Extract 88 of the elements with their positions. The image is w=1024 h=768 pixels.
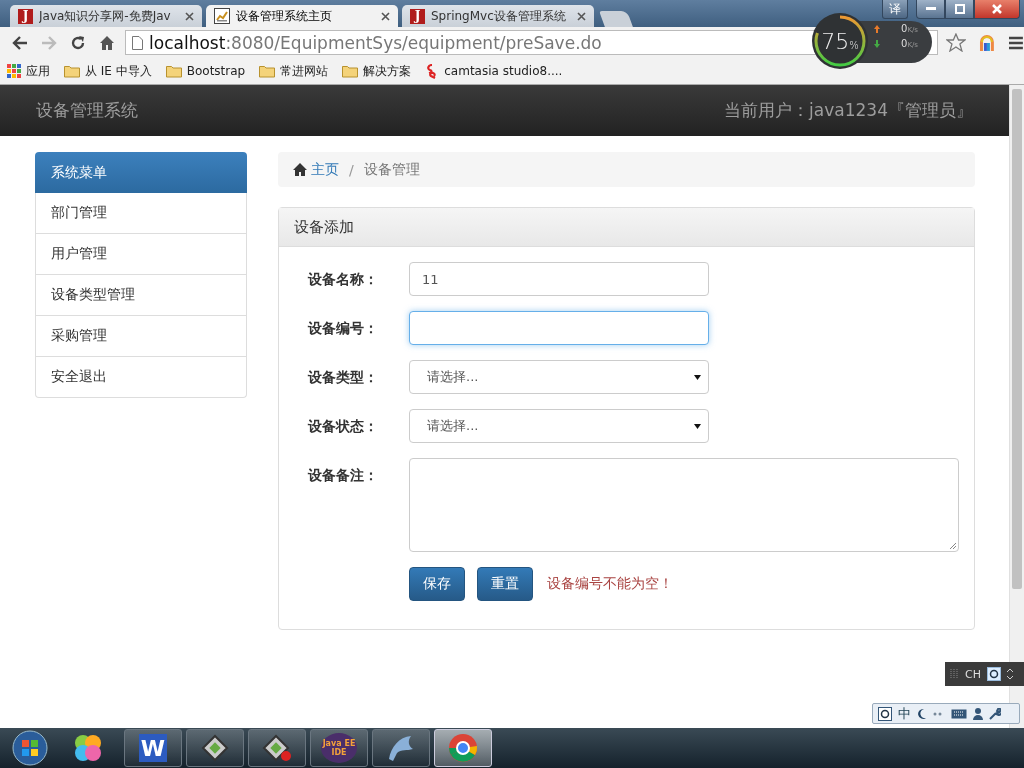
browser-tab[interactable]: J Java知识分享网-免费Jav: [10, 5, 202, 27]
breadcrumb-current: 设备管理: [363, 160, 420, 179]
field-label: 设备名称：: [308, 270, 379, 289]
brand-title[interactable]: 设备管理系统: [36, 99, 138, 122]
diamond-screen-icon: [201, 734, 229, 762]
select-dropdown[interactable]: 请选择...: [409, 360, 709, 394]
browser-tab[interactable]: J SpringMvc设备管理系统: [402, 5, 594, 27]
minimize-button[interactable]: [916, 0, 945, 19]
bookmark-item[interactable]: 解决方案: [342, 62, 412, 80]
page-icon: [132, 35, 144, 50]
site-logo: J: [18, 8, 33, 24]
keyboard-icon[interactable]: [951, 708, 967, 719]
browser-tab[interactable]: 设备管理系统主页: [206, 5, 398, 27]
bookmark-item[interactable]: 从 IE 中导入: [64, 62, 152, 80]
taskbar-button[interactable]: W: [124, 729, 182, 767]
sidebar-item[interactable]: 安全退出: [35, 357, 247, 398]
text-field[interactable]: [409, 311, 709, 345]
scrollbar-thumb[interactable]: [1012, 89, 1022, 589]
bookmark-item[interactable]: camtasia studio8....: [425, 63, 563, 79]
grip-icon[interactable]: [949, 668, 959, 680]
chart-icon: [214, 8, 230, 24]
breadcrumb-separator: /: [349, 161, 354, 178]
rainbow-arch-icon[interactable]: [978, 33, 997, 52]
translate-button[interactable]: 译: [882, 0, 908, 19]
chrome-icon: [448, 733, 478, 763]
wps-icon: W: [139, 734, 167, 762]
taskbar-button[interactable]: Java EE IDE: [310, 729, 368, 767]
resize-grip-icon[interactable]: [949, 542, 956, 549]
q-square-icon[interactable]: [878, 706, 892, 721]
user-icon[interactable]: [973, 707, 983, 720]
breadcrumb-link[interactable]: 主页: [311, 160, 339, 179]
bookmark-item[interactable]: 常进网站: [259, 62, 329, 80]
wrench-icon[interactable]: [989, 707, 1001, 720]
form-button[interactable]: 重置: [477, 567, 533, 601]
field-label: 设备编号：: [308, 319, 379, 338]
close-icon: [991, 4, 1003, 14]
apps-grid-icon: [7, 64, 21, 78]
sidebar-item[interactable]: 采购管理: [35, 316, 247, 357]
back-arrow-icon[interactable]: [12, 35, 29, 50]
options-arrow-icon[interactable]: [1006, 668, 1013, 680]
error-message: 设备编号不能为空！: [547, 575, 673, 593]
pinwheel-icon[interactable]: [72, 732, 104, 764]
diamond-record-icon: [262, 734, 292, 762]
taskbar-button[interactable]: [372, 729, 430, 767]
ime-language[interactable]: CH: [965, 667, 981, 681]
reload-icon[interactable]: [69, 34, 86, 51]
caret-icon: [694, 423, 701, 429]
new-tab-button[interactable]: [599, 11, 633, 27]
maximize-button[interactable]: [945, 0, 974, 19]
folder-icon: [165, 64, 182, 78]
field-label: 设备状态：: [308, 417, 379, 436]
taskbar-button[interactable]: [186, 729, 244, 767]
moon-icon[interactable]: [917, 707, 927, 720]
upload-arrow-icon: [874, 24, 880, 33]
q-square-icon[interactable]: [986, 667, 1001, 681]
panel-header: 设备添加: [279, 208, 974, 247]
sidebar-item[interactable]: 设备类型管理: [35, 275, 247, 316]
menu-icon[interactable]: [1008, 35, 1024, 50]
bookmark-item[interactable]: Bootstrap: [165, 64, 246, 78]
close-icon[interactable]: [185, 11, 194, 21]
taskbar-button[interactable]: [248, 729, 306, 767]
close-icon[interactable]: [577, 11, 586, 21]
minimize-icon: [925, 7, 936, 11]
home-icon: [293, 163, 307, 176]
download-arrow-icon: [874, 39, 880, 48]
sidebar-item[interactable]: 用户管理: [35, 234, 247, 275]
site-logo: J: [410, 8, 425, 24]
sidebar-header: 系统菜单: [35, 152, 247, 193]
folder-icon: [342, 64, 359, 78]
close-icon[interactable]: [381, 11, 390, 21]
restore-icon: [954, 4, 965, 14]
memory-percent: 75%: [821, 28, 859, 54]
current-user-label: 当前用户：java1234『管理员』: [724, 99, 973, 122]
folder-icon: [64, 64, 80, 78]
sidebar-item[interactable]: 部门管理: [35, 193, 247, 234]
folder-icon: [259, 64, 276, 78]
home-icon[interactable]: [98, 34, 115, 51]
select-dropdown[interactable]: 请选择...: [409, 409, 709, 443]
caret-icon: [694, 374, 701, 380]
input-mode[interactable]: 中: [898, 704, 911, 723]
text-field[interactable]: 11: [409, 262, 709, 296]
bookmark-item[interactable]: 应用: [7, 62, 50, 80]
ide-icon: Java EE IDE: [321, 733, 357, 763]
star-icon[interactable]: [946, 33, 967, 52]
field-label: 设备类型：: [308, 368, 379, 387]
field-label: 设备备注：: [308, 466, 379, 485]
form-button[interactable]: 保存: [409, 567, 465, 601]
close-button[interactable]: [974, 0, 1020, 19]
